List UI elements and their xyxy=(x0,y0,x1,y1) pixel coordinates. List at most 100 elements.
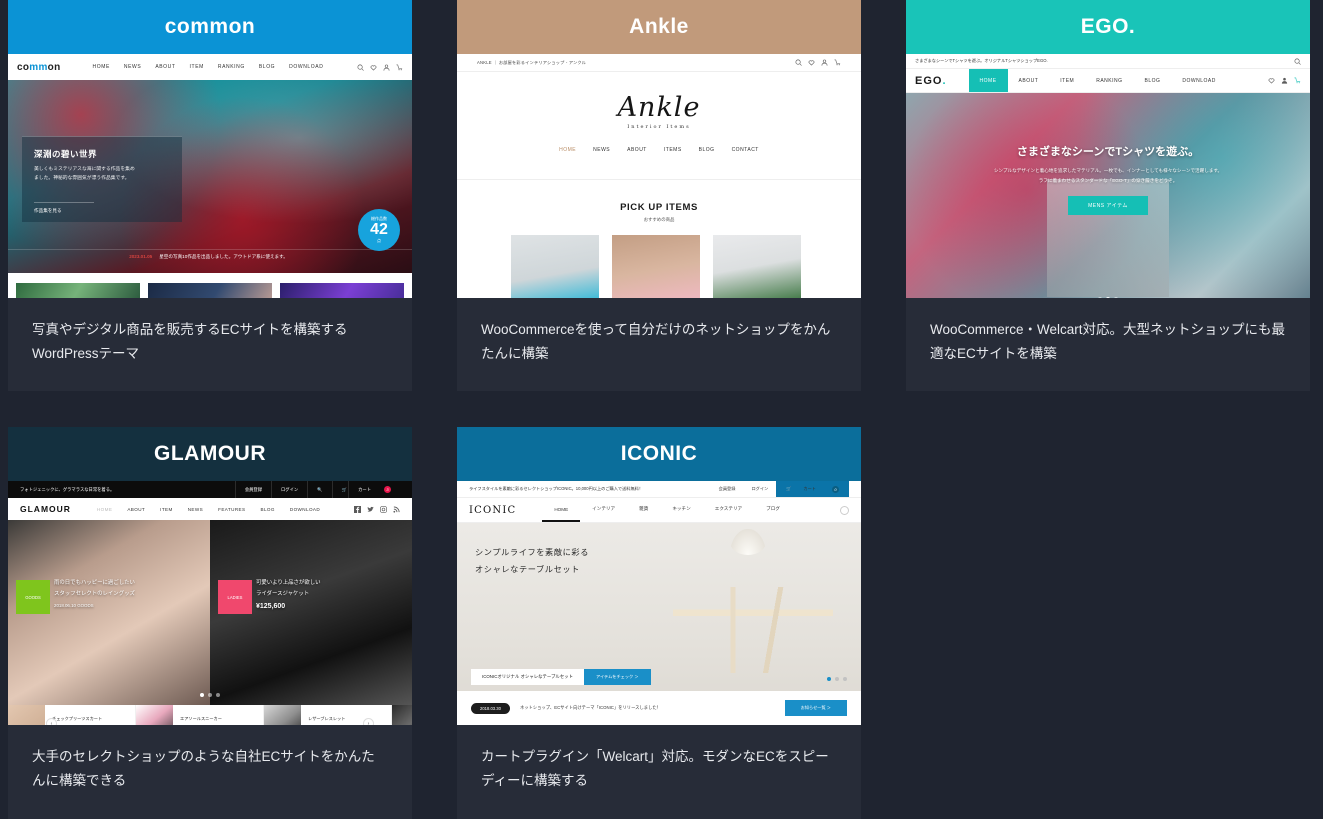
theme-card-glamour[interactable]: GLAMOUR フォトジェニックに、グラマラスな日常を着る。 会員登録 ログイン… xyxy=(8,427,412,819)
menu-item-item[interactable]: ITEM xyxy=(190,64,204,70)
menu-item-home[interactable]: HOME xyxy=(542,498,581,523)
login-link[interactable]: ログイン xyxy=(271,481,307,499)
twitter-icon[interactable] xyxy=(367,506,374,513)
search-icon[interactable]: 🔍 xyxy=(307,481,331,499)
menu-item-kitchen[interactable]: キッチン xyxy=(660,498,702,522)
menu-item-news[interactable]: NEWS xyxy=(188,507,203,512)
site-logo[interactable]: common xyxy=(17,62,61,73)
pill-button[interactable]: アイテムをチェック ＞ xyxy=(583,669,651,686)
slider-dot-3[interactable] xyxy=(1114,297,1118,298)
heart-icon[interactable] xyxy=(1268,77,1275,84)
site-logo[interactable]: EGO. xyxy=(915,75,947,87)
slider-dot-1[interactable] xyxy=(200,693,204,698)
slider-dot-2[interactable] xyxy=(1106,297,1110,298)
menu-item-download[interactable]: DOWNLOAD xyxy=(1171,69,1226,92)
heart-icon[interactable] xyxy=(370,64,377,71)
search-icon[interactable] xyxy=(357,64,364,71)
list-item[interactable] xyxy=(392,705,412,726)
news-text[interactable]: ネットショップ、ECサイト向けテーマ「ICONIC」をリリースしました！ xyxy=(520,705,661,711)
product-thumb-diffuser[interactable] xyxy=(511,235,599,298)
carousel-next-button[interactable]: › xyxy=(363,718,374,726)
user-icon[interactable] xyxy=(821,59,828,66)
cart-icon[interactable] xyxy=(396,64,403,71)
cart-button[interactable]: 🛒 カート 3 xyxy=(331,481,400,499)
menu-item-download[interactable]: DOWNLOAD xyxy=(289,64,323,70)
hero-slider[interactable]: さまざまなシーンでTシャツを遊ぶ。 シンプルなデザインと着心地を追求したマテリア… xyxy=(906,93,1310,298)
cart-icon[interactable] xyxy=(1294,77,1301,84)
search-icon[interactable] xyxy=(1294,58,1301,65)
slider-dot-1[interactable] xyxy=(827,677,831,682)
menu-item-home[interactable]: HOME xyxy=(97,507,112,512)
facebook-icon[interactable] xyxy=(354,505,361,513)
theme-card-common[interactable]: common common HOME NEWS ABOUT ITEM RANKI… xyxy=(8,0,412,392)
heart-icon[interactable] xyxy=(808,59,815,66)
site-logo[interactable]: GLAMOUR xyxy=(20,504,71,514)
slider-dots[interactable] xyxy=(8,693,412,698)
menu-item-item[interactable]: ITEM xyxy=(160,507,173,512)
user-icon[interactable] xyxy=(1281,77,1288,84)
slider-dot-2[interactable] xyxy=(835,677,839,682)
instagram-icon[interactable] xyxy=(380,505,387,513)
product-thumb-plant[interactable] xyxy=(713,235,801,298)
hero-slider[interactable]: シンプルライフを素敵に彩る オシャレなテーブルセット ICONICオリジナル オ… xyxy=(457,523,861,726)
slider-dot-3[interactable] xyxy=(843,677,847,682)
menu-item-blog[interactable]: BLOG xyxy=(1134,69,1172,92)
hero-cta-button[interactable]: MENS アイテム xyxy=(1068,196,1148,216)
menu-item-interior[interactable]: インテリア xyxy=(580,498,627,522)
menu-item-about[interactable]: ABOUT xyxy=(155,64,175,70)
register-link[interactable]: 会員登録 xyxy=(711,486,744,492)
menu-item-about[interactable]: ABOUT xyxy=(627,147,647,153)
hero-slide-goods[interactable]: GOODS 雨の日でもハッピーに過ごしたい スタッフセレクトのレイングッズ 20… xyxy=(8,520,210,706)
menu-item-blog[interactable]: BLOG xyxy=(699,147,715,153)
list-item[interactable]: チェックプリーツスカート ¥9,280（税込） xyxy=(8,705,136,726)
menu-item-home[interactable]: HOME xyxy=(559,147,576,153)
menu-item-blog[interactable]: ブログ xyxy=(754,498,792,522)
tile-highly-rated[interactable]: HIGHLY RATED ご購入者様の評価が高い作品たちです。 xyxy=(280,283,404,298)
theme-card-ego[interactable]: EGO. さまざまなシーンでTシャツを遊ぶ。オリジナルTシャツショップEGO. … xyxy=(906,0,1310,392)
menu-item-blog[interactable]: BLOG xyxy=(259,64,275,70)
menu-item-features[interactable]: FEATURES xyxy=(218,507,245,512)
list-item[interactable]: エアソールスニーカー ¥12,500（税込） xyxy=(136,705,264,726)
menu-item-item[interactable]: ITEM xyxy=(1049,69,1085,92)
menu-item-news[interactable]: NEWS xyxy=(124,64,141,70)
search-icon[interactable] xyxy=(795,59,802,66)
menu-item-ranking[interactable]: RANKING xyxy=(218,64,245,70)
cart-button[interactable]: 🛒 カート 0 xyxy=(776,481,849,498)
register-link[interactable]: 会員登録 xyxy=(234,481,271,499)
news-more-button[interactable]: お知らせ一覧 ＞ xyxy=(784,700,847,717)
rss-icon[interactable] xyxy=(393,506,400,513)
menu-item-news[interactable]: NEWS xyxy=(593,147,610,153)
menu-item-home[interactable]: HOME xyxy=(93,64,110,70)
user-icon[interactable] xyxy=(383,64,390,71)
menu-item-contact[interactable]: CONTACT xyxy=(732,147,759,153)
theme-card-iconic[interactable]: ICONIC ライフスタイルを素敵に彩るセレクトショップICONIC。10,00… xyxy=(457,427,861,819)
menu-item-download[interactable]: DOWNLOAD xyxy=(290,507,320,512)
site-logo[interactable]: ICONIC xyxy=(469,505,516,516)
menu-item-ranking[interactable]: RANKING xyxy=(1085,69,1133,92)
tile-lifestyle[interactable]: LIFE STYLE 生活や文化を感じる瞬間をキャッチ。 xyxy=(148,283,272,298)
slider-dots[interactable] xyxy=(906,297,1310,298)
theme-card-ankle[interactable]: Ankle ANKLE ｜ お部屋を彩るインテリアショップ - アンクル Ank… xyxy=(457,0,861,392)
menu-item-items[interactable]: ITEMS xyxy=(664,147,682,153)
menu-item-goods[interactable]: 雑貨 xyxy=(627,498,660,522)
site-logo[interactable]: Ankle xyxy=(618,92,701,123)
menu-item-home[interactable]: HOME xyxy=(968,69,1008,92)
cart-icon[interactable] xyxy=(834,59,841,66)
hero-slider[interactable]: 深淵の碧い世界 美しくもミステリアスな海に関する作品を集め ました。神秘的な雰囲… xyxy=(8,80,412,273)
product-thumb-candle[interactable] xyxy=(612,235,700,298)
login-link[interactable]: ログイン xyxy=(743,486,776,492)
hero-slide-ladies[interactable]: LADIES 可愛いより上品さが欲しい ライダースジャケット ¥125,600 xyxy=(210,520,412,706)
search-icon[interactable] xyxy=(840,505,849,515)
slider-dot-2[interactable] xyxy=(208,693,212,698)
hero-pill[interactable]: ICONICオリジナル オシャレなテーブルセット アイテムをチェック ＞ xyxy=(471,669,651,686)
carousel-prev-button[interactable]: ‹ xyxy=(46,718,57,726)
hero-cta-button[interactable]: 作品集を見る xyxy=(34,202,94,214)
hero-news-bar[interactable]: 2023.01.05 星空の写真10作品を出品しました。アウトドア系に使えます。 xyxy=(8,249,412,263)
menu-item-about[interactable]: ABOUT xyxy=(127,507,145,512)
slider-dot-3[interactable] xyxy=(216,693,220,698)
hero-slider[interactable]: GOODS 雨の日でもハッピーに過ごしたい スタッフセレクトのレイングッズ 20… xyxy=(8,520,412,706)
menu-item-about[interactable]: ABOUT xyxy=(1008,69,1050,92)
product-carousel[interactable]: チェックプリーツスカート ¥9,280（税込） エアソールスニーカー ¥12,5… xyxy=(8,705,412,726)
menu-item-blog[interactable]: BLOG xyxy=(260,507,274,512)
slider-dot-1[interactable] xyxy=(1098,297,1102,298)
